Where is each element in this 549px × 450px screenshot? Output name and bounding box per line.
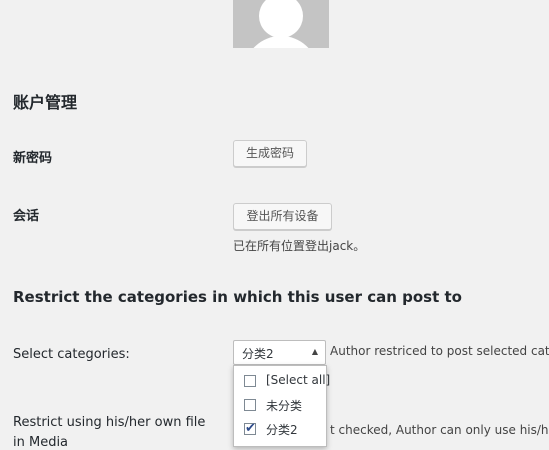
categories-select-value: 分类2	[242, 347, 274, 361]
option-label: [Select all]	[266, 373, 331, 387]
logout-everywhere-button[interactable]: 登出所有设备	[233, 203, 332, 230]
sessions-label: 会话	[13, 209, 40, 224]
categories-select[interactable]: 分类2 ▲	[233, 340, 326, 365]
new-password-label: 新密码	[13, 151, 53, 166]
uncategorized-checkbox[interactable]	[244, 399, 256, 411]
select-categories-description: Author restriced to post selected cate	[330, 344, 549, 358]
categories-dropdown-list: [Select all] 未分类 ✔ 分类2	[233, 365, 330, 447]
option-select-all[interactable]: [Select all]	[234, 370, 330, 394]
generate-password-button[interactable]: 生成密码	[233, 140, 307, 167]
option-label: 未分类	[266, 399, 303, 413]
avatar	[233, 0, 329, 48]
caret-up-icon: ▲	[311, 347, 318, 356]
select-all-checkbox[interactable]	[244, 375, 256, 387]
checkmark-icon: ✔	[245, 421, 256, 436]
option-uncategorized[interactable]: 未分类	[234, 394, 326, 418]
avatar-silhouette-icon	[233, 0, 329, 48]
account-section-title: 账户管理	[13, 93, 78, 112]
media-restrict-label-line1: Restrict using his/her own file	[13, 415, 206, 430]
select-categories-label: Select categories:	[13, 347, 130, 362]
media-restrict-description: t checked, Author can only use his/he	[330, 423, 549, 437]
option-label: 分类2	[266, 423, 298, 437]
category-2-checkbox[interactable]: ✔	[244, 421, 256, 436]
sessions-description: 已在所有位置登出jack。	[233, 239, 366, 253]
restrict-section-title: Restrict the categories in which this us…	[13, 288, 462, 306]
option-category-2[interactable]: ✔ 分类2	[234, 418, 326, 442]
media-restrict-label-line2: in Media	[13, 435, 69, 450]
